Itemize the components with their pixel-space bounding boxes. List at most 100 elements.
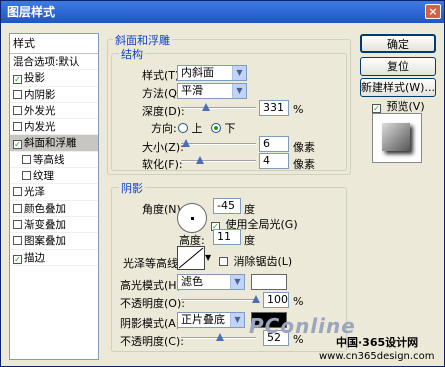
size-input[interactable]: 6: [259, 136, 289, 152]
size-label: 大小(Z):: [142, 141, 184, 154]
shadow-mode-select[interactable]: 正片叠底 ▼: [177, 312, 245, 328]
style-value: 内斜面: [181, 66, 214, 79]
watermark-line2: www.cn365design.com: [319, 351, 435, 362]
angle-input[interactable]: -45: [213, 198, 241, 214]
soften-slider-thumb[interactable]: [195, 156, 204, 164]
soften-unit: 像素: [293, 158, 315, 171]
style-list-checkbox[interactable]: [13, 219, 22, 229]
direction-up-option[interactable]: 上: [178, 120, 203, 136]
preview-thumbnail: [372, 113, 422, 163]
watermark-line1: 中国·365设计网: [336, 336, 419, 349]
antialias-checkbox[interactable]: [219, 257, 228, 266]
shadow-opacity-slider[interactable]: [181, 333, 256, 341]
style-list-checkbox[interactable]: [13, 122, 22, 132]
style-list-checkbox[interactable]: [13, 89, 22, 99]
style-list-item[interactable]: 混合选项:默认: [10, 54, 98, 71]
preview-option[interactable]: ✓ 预览(V): [372, 98, 425, 114]
direction-down-radio[interactable]: [211, 123, 221, 133]
highlight-mode-select[interactable]: 滤色 ▼: [177, 274, 245, 290]
structure-title: 结构: [119, 46, 145, 62]
highlight-color-swatch[interactable]: [251, 274, 287, 290]
style-list-label: 等高线: [33, 153, 65, 166]
depth-input[interactable]: 331: [259, 100, 289, 116]
chevron-down-icon: ▼: [232, 66, 246, 80]
soften-input[interactable]: 4: [259, 153, 289, 169]
direction-up-label: 上: [191, 122, 203, 135]
antialias-option[interactable]: 消除锯齿(L): [219, 253, 292, 269]
style-list-label: 内发光: [24, 121, 56, 134]
styles-list-header[interactable]: 样式: [10, 34, 98, 54]
gloss-contour-arrow[interactable]: ▼: [205, 253, 211, 262]
technique-value: 平滑: [181, 84, 203, 97]
style-list-checkbox[interactable]: ✓: [13, 75, 22, 85]
technique-select[interactable]: 平滑 ▼: [177, 83, 247, 99]
style-list-item[interactable]: 渐变叠加: [10, 217, 98, 234]
highlight-opacity-unit: %: [293, 295, 304, 308]
depth-label: 深度(D):: [142, 105, 185, 118]
title-bar: 图层样式 ×: [1, 1, 444, 23]
style-list-item[interactable]: 光泽: [10, 184, 98, 201]
ok-button[interactable]: 确定: [360, 34, 436, 53]
style-list-item[interactable]: 等高线: [10, 152, 98, 169]
window-title: 图层样式: [7, 5, 56, 19]
preview-image: [382, 123, 410, 151]
styles-list: 样式 混合选项:默认 ✓ 投影 内阴影 外发光 内发光 ✓ 斜面和浮雕 等高线 纹理 光泽 颜色叠加渐…: [9, 33, 99, 360]
preview-label: 预览(V): [386, 100, 425, 113]
style-list-item[interactable]: 纹理: [10, 168, 98, 185]
shadow-mode-value: 正片叠底: [181, 313, 225, 326]
direction-label: 方向:: [151, 122, 177, 135]
style-list-item[interactable]: 内发光: [10, 119, 98, 136]
size-slider-thumb[interactable]: [182, 139, 191, 147]
altitude-unit: 度: [244, 234, 255, 247]
highlight-opacity-input[interactable]: 100: [263, 292, 289, 308]
style-list-item[interactable]: 图案叠加: [10, 233, 98, 250]
size-slider[interactable]: [181, 139, 256, 147]
angle-dial[interactable]: [177, 203, 207, 233]
style-list-label: 渐变叠加: [24, 218, 66, 231]
close-button[interactable]: ×: [425, 4, 441, 19]
preview-checkbox[interactable]: ✓: [372, 104, 381, 113]
angle-unit: 度: [244, 203, 255, 216]
style-list-item[interactable]: 颜色叠加: [10, 201, 98, 217]
style-list-checkbox[interactable]: [22, 154, 31, 164]
size-slider-track: [181, 143, 256, 145]
style-list-checkbox[interactable]: [13, 203, 22, 213]
style-list-checkbox[interactable]: [13, 187, 22, 197]
style-list-item[interactable]: ✓ 描边: [10, 250, 98, 266]
style-list-label: 投影: [24, 72, 45, 85]
shadow-opacity-thumb[interactable]: [216, 333, 224, 341]
soften-slider[interactable]: [181, 156, 256, 164]
shading-title: 阴影: [119, 180, 145, 196]
highlight-opacity-thumb[interactable]: [252, 295, 260, 303]
chevron-down-icon: ▼: [230, 313, 244, 327]
layer-style-dialog: 图层样式 × 样式 混合选项:默认 ✓ 投影 内阴影 外发光 内发光 ✓ 斜面和浮雕 等高线 纹理…: [0, 0, 445, 367]
depth-slider-thumb[interactable]: [201, 103, 210, 111]
style-list-checkbox[interactable]: ✓: [13, 254, 22, 264]
style-list-item[interactable]: ✓ 投影: [10, 70, 98, 87]
new-style-button[interactable]: 新建样式(W)...: [360, 78, 436, 97]
style-list-item[interactable]: 外发光: [10, 103, 98, 120]
style-list-checkbox[interactable]: [22, 171, 31, 181]
style-list-item[interactable]: ✓ 斜面和浮雕: [10, 135, 98, 152]
style-list-item[interactable]: 内阴影: [10, 87, 98, 103]
shadow-mode-label: 阴影模式(A):: [120, 317, 184, 330]
style-list-checkbox[interactable]: ✓: [13, 140, 22, 150]
gloss-contour-picker[interactable]: [177, 246, 205, 270]
angle-dial-center: [191, 217, 194, 220]
style-list-checkbox[interactable]: [13, 105, 22, 115]
depth-slider[interactable]: [181, 103, 256, 111]
depth-unit: %: [293, 103, 304, 116]
highlight-opacity-slider[interactable]: [181, 295, 260, 303]
soften-slider-track: [181, 160, 256, 162]
style-list-label: 纹理: [33, 170, 54, 183]
style-list-label: 外发光: [24, 104, 56, 117]
direction-up-radio[interactable]: [178, 123, 188, 133]
style-list-label: 光泽: [24, 186, 45, 199]
altitude-input[interactable]: 11: [213, 229, 241, 245]
style-list-label: 内阴影: [24, 88, 56, 101]
style-select[interactable]: 内斜面 ▼: [177, 65, 247, 81]
style-list-checkbox[interactable]: [13, 236, 22, 246]
style-list-label: 图案叠加: [24, 235, 66, 248]
reset-button[interactable]: 复位: [360, 57, 436, 76]
direction-down-option[interactable]: 下: [211, 120, 236, 136]
